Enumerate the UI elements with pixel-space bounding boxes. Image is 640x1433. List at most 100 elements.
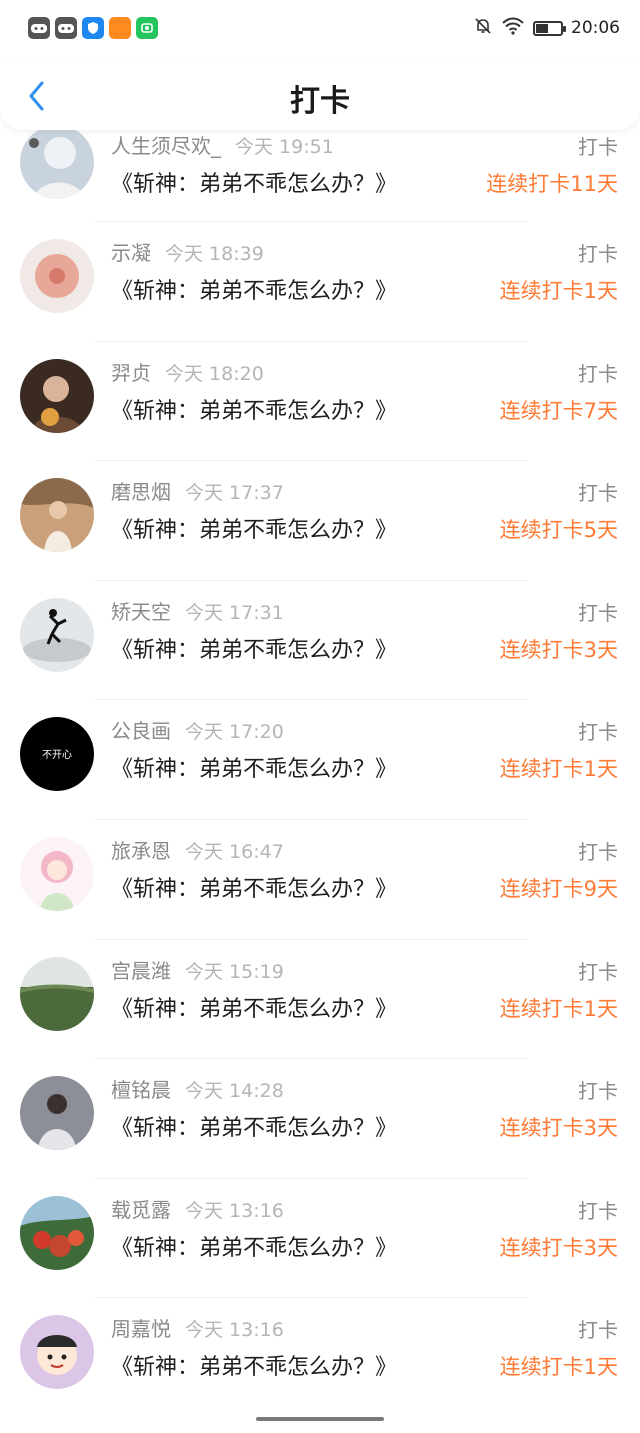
user-info: 示凝 今天 18:39 xyxy=(111,237,264,266)
avatar[interactable]: 不开心 xyxy=(20,717,94,792)
user-info: 檀铭晨 今天 14:28 xyxy=(111,1074,284,1103)
list-item[interactable]: 载觅露 今天 13:16 《斩神：弟弟不乖怎么办？》 打卡 连续打卡3天 xyxy=(0,1179,640,1299)
checkin-time: 今天 18:39 xyxy=(165,243,264,265)
user-name[interactable]: 载觅露 xyxy=(111,1198,171,1222)
streak-label: 连续打卡3天 xyxy=(499,1116,618,1141)
list-item[interactable]: 不开心 公良画 今天 17:20 《斩神：弟弟不乖怎么办？》 打卡 连续打卡1天 xyxy=(0,700,640,820)
checkin-time: 今天 17:31 xyxy=(185,601,284,624)
checkin-time: 今天 15:19 xyxy=(185,960,284,983)
user-name[interactable]: 羿贞 xyxy=(111,361,151,385)
avatar[interactable] xyxy=(20,125,94,199)
home-indicator[interactable] xyxy=(256,1417,384,1421)
list-item[interactable]: 人生须尽欢_ 今天 19:51 《斩神：弟弟不乖怎么办？》 打卡 连续打卡11天 xyxy=(0,125,640,222)
user-name[interactable]: 人生须尽欢_ xyxy=(111,134,221,158)
checkin-time: 今天 17:37 xyxy=(185,482,284,505)
checkin-time: 今天 19:51 xyxy=(235,136,334,158)
book-title[interactable]: 《斩神：弟弟不乖怎么办？》 xyxy=(111,991,397,1023)
book-title[interactable]: 《斩神：弟弟不乖怎么办？》 xyxy=(111,166,397,198)
user-info: 旅承恩 今天 16:47 xyxy=(111,835,284,864)
user-name[interactable]: 宫晨潍 xyxy=(111,959,171,983)
avatar[interactable] xyxy=(20,239,94,313)
user-info: 人生须尽欢_ 今天 19:51 xyxy=(111,130,334,159)
streak-label: 连续打卡5天 xyxy=(499,518,618,543)
checkin-time: 今天 13:16 xyxy=(185,1199,284,1222)
checkin-time: 今天 13:16 xyxy=(185,1319,284,1342)
user-name[interactable]: 矫天空 xyxy=(111,600,171,624)
checkin-time: 今天 17:20 xyxy=(185,721,284,744)
checkin-tag: 打卡 xyxy=(578,839,618,864)
gamepad-icon xyxy=(55,17,77,39)
user-info: 宫晨潍 今天 15:19 xyxy=(111,955,284,984)
checkin-tag: 打卡 xyxy=(578,600,618,625)
list-item[interactable]: 矫天空 今天 17:31 《斩神：弟弟不乖怎么办？》 打卡 连续打卡3天 xyxy=(0,581,640,701)
orange-app-icon xyxy=(109,17,131,39)
book-title[interactable]: 《斩神：弟弟不乖怎么办？》 xyxy=(111,751,397,783)
checkin-time: 今天 14:28 xyxy=(185,1080,284,1103)
list-item[interactable]: 示凝 今天 18:39 《斩神：弟弟不乖怎么办？》 打卡 连续打卡1天 xyxy=(0,222,640,342)
shield-app-icon xyxy=(82,17,104,39)
user-info: 矫天空 今天 17:31 xyxy=(111,596,284,625)
list-item[interactable]: 羿贞 今天 18:20 《斩神：弟弟不乖怎么办？》 打卡 连续打卡7天 xyxy=(0,342,640,462)
book-title[interactable]: 《斩神：弟弟不乖怎么办？》 xyxy=(111,1230,397,1262)
checkin-time: 今天 16:47 xyxy=(185,840,284,863)
list-item[interactable]: 磨思烟 今天 17:37 《斩神：弟弟不乖怎么办？》 打卡 连续打卡5天 xyxy=(0,461,640,581)
user-name[interactable]: 公良画 xyxy=(111,719,171,743)
avatar[interactable] xyxy=(20,836,94,911)
streak-label: 连续打卡11天 xyxy=(486,172,618,196)
status-bar: 20:06 xyxy=(0,0,640,58)
checkin-tag: 打卡 xyxy=(578,1198,618,1223)
checkin-tag: 打卡 xyxy=(578,135,618,159)
book-title[interactable]: 《斩神：弟弟不乖怎么办？》 xyxy=(111,871,397,903)
streak-label: 连续打卡1天 xyxy=(499,996,618,1021)
book-title[interactable]: 《斩神：弟弟不乖怎么办？》 xyxy=(111,1349,397,1381)
status-right: 20:06 xyxy=(473,16,620,40)
checkin-tag: 打卡 xyxy=(578,720,618,745)
user-name[interactable]: 檀铭晨 xyxy=(111,1078,171,1102)
page-title: 打卡 xyxy=(290,84,350,119)
header-bar: 打卡 xyxy=(0,58,640,130)
avatar-caption: 不开心 xyxy=(42,749,72,761)
streak-label: 连续打卡1天 xyxy=(499,1355,618,1380)
checkin-tag: 打卡 xyxy=(578,481,618,506)
checkin-tag: 打卡 xyxy=(578,1318,618,1343)
user-info: 公良画 今天 17:20 xyxy=(111,715,284,744)
avatar[interactable] xyxy=(20,1076,94,1151)
user-info: 羿贞 今天 18:20 xyxy=(111,357,264,386)
mute-bell-icon xyxy=(473,16,493,40)
book-title[interactable]: 《斩神：弟弟不乖怎么办？》 xyxy=(111,632,397,664)
camera-app-icon xyxy=(136,17,158,39)
checkin-tag: 打卡 xyxy=(578,1079,618,1104)
streak-label: 连续打卡1天 xyxy=(499,757,618,782)
book-title[interactable]: 《斩神：弟弟不乖怎么办？》 xyxy=(111,393,397,425)
checkin-time: 今天 18:20 xyxy=(165,362,264,385)
notification-icons xyxy=(28,17,158,39)
checkin-tag: 打卡 xyxy=(578,361,618,386)
battery-icon xyxy=(533,20,566,36)
avatar[interactable] xyxy=(20,956,94,1031)
avatar[interactable] xyxy=(20,1195,94,1270)
user-name[interactable]: 示凝 xyxy=(111,241,151,265)
wifi-icon xyxy=(501,17,525,39)
list-item[interactable]: 檀铭晨 今天 14:28 《斩神：弟弟不乖怎么办？》 打卡 连续打卡3天 xyxy=(0,1059,640,1179)
avatar[interactable] xyxy=(20,1315,94,1390)
book-title[interactable]: 《斩神：弟弟不乖怎么办？》 xyxy=(111,273,397,305)
user-info: 周嘉悦 今天 13:16 xyxy=(111,1313,284,1342)
list-item[interactable]: 宫晨潍 今天 15:19 《斩神：弟弟不乖怎么办？》 打卡 连续打卡1天 xyxy=(0,940,640,1060)
user-info: 磨思烟 今天 17:37 xyxy=(111,476,284,505)
streak-label: 连续打卡3天 xyxy=(499,1235,618,1260)
status-time: 20:06 xyxy=(571,18,620,38)
avatar[interactable] xyxy=(20,358,94,433)
book-title[interactable]: 《斩神：弟弟不乖怎么办？》 xyxy=(111,512,397,544)
user-name[interactable]: 磨思烟 xyxy=(111,480,171,504)
streak-label: 连续打卡1天 xyxy=(499,279,618,303)
checkin-tag: 打卡 xyxy=(578,242,618,266)
list-item[interactable]: 周嘉悦 今天 13:16 《斩神：弟弟不乖怎么办？》 打卡 连续打卡1天 xyxy=(0,1298,640,1418)
user-name[interactable]: 旅承恩 xyxy=(111,839,171,863)
avatar[interactable] xyxy=(20,478,94,553)
avatar[interactable] xyxy=(20,597,94,672)
book-title[interactable]: 《斩神：弟弟不乖怎么办？》 xyxy=(111,1110,397,1142)
streak-label: 连续打卡9天 xyxy=(499,876,618,901)
list-item[interactable]: 旅承恩 今天 16:47 《斩神：弟弟不乖怎么办？》 打卡 连续打卡9天 xyxy=(0,820,640,940)
gamepad-icon xyxy=(28,17,50,39)
user-name[interactable]: 周嘉悦 xyxy=(111,1317,171,1341)
